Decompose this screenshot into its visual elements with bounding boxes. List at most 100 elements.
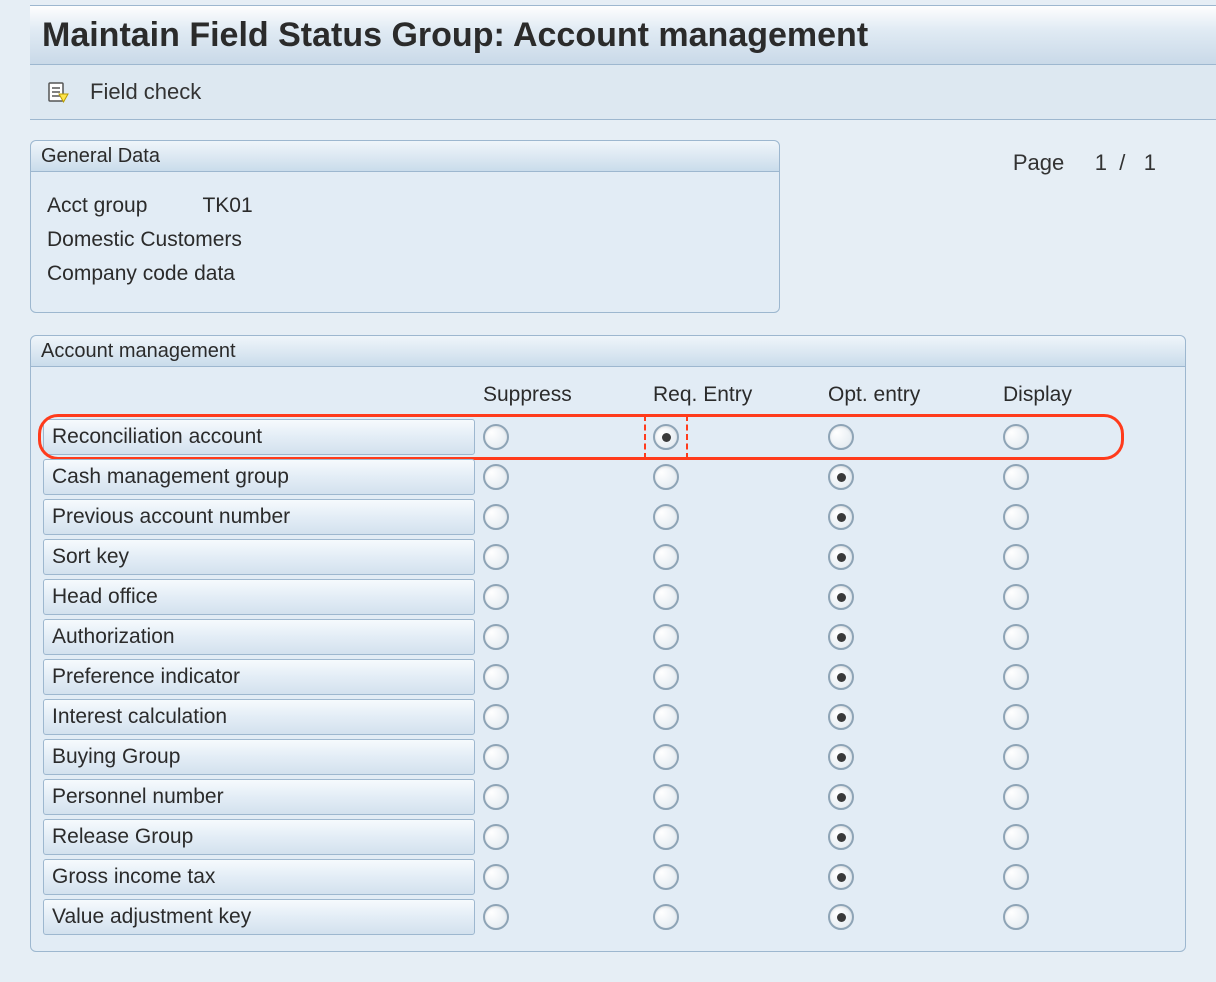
radio-suppress[interactable] [483, 424, 509, 450]
field-label: Gross income tax [43, 859, 475, 895]
general-data-panel: General Data Acct group TK01 Domestic Cu… [30, 140, 780, 313]
field-label: Previous account number [43, 499, 475, 535]
radio-cell-display [1003, 624, 1143, 650]
radio-display[interactable] [1003, 464, 1029, 490]
radio-opt_entry[interactable] [828, 824, 854, 850]
radio-req_entry[interactable] [653, 544, 679, 570]
radio-req_entry[interactable] [653, 464, 679, 490]
radio-opt_entry[interactable] [828, 504, 854, 530]
radio-cell-opt_entry [828, 464, 1003, 490]
field-row: Head office [43, 577, 1173, 617]
acct-group-label: Acct group [47, 194, 197, 218]
radio-cell-display [1003, 904, 1143, 930]
radio-display[interactable] [1003, 904, 1029, 930]
radio-suppress[interactable] [483, 824, 509, 850]
radio-display[interactable] [1003, 584, 1029, 610]
columns-header: Suppress Req. Entry Opt. entry Display [43, 377, 1173, 417]
col-suppress: Suppress [483, 383, 653, 407]
radio-req_entry[interactable] [653, 504, 679, 530]
radio-cell-req_entry [653, 784, 828, 810]
account-management-header: Account management [31, 336, 1185, 367]
radio-req_entry[interactable] [653, 784, 679, 810]
radio-req_entry[interactable] [653, 424, 679, 450]
radio-opt_entry[interactable] [828, 704, 854, 730]
title-bar: Maintain Field Status Group: Account man… [30, 5, 1216, 65]
field-row: Preference indicator [43, 657, 1173, 697]
radio-suppress[interactable] [483, 744, 509, 770]
radio-opt_entry[interactable] [828, 424, 854, 450]
radio-suppress[interactable] [483, 904, 509, 930]
radio-opt_entry[interactable] [828, 784, 854, 810]
radio-req_entry[interactable] [653, 624, 679, 650]
radio-cell-suppress [483, 744, 653, 770]
toolbar: Field check [30, 65, 1216, 120]
radio-cell-req_entry [653, 504, 828, 530]
radio-cell-opt_entry [828, 704, 1003, 730]
radio-req_entry[interactable] [653, 704, 679, 730]
radio-display[interactable] [1003, 664, 1029, 690]
radio-display[interactable] [1003, 704, 1029, 730]
radio-suppress[interactable] [483, 544, 509, 570]
radio-suppress[interactable] [483, 704, 509, 730]
radio-opt_entry[interactable] [828, 464, 854, 490]
radio-cell-req_entry [653, 904, 828, 930]
radio-display[interactable] [1003, 424, 1029, 450]
radio-opt_entry[interactable] [828, 584, 854, 610]
radio-suppress[interactable] [483, 584, 509, 610]
radio-opt_entry[interactable] [828, 864, 854, 890]
radio-opt_entry[interactable] [828, 744, 854, 770]
radio-cell-suppress [483, 784, 653, 810]
field-label: Sort key [43, 539, 475, 575]
radio-display[interactable] [1003, 784, 1029, 810]
radio-display[interactable] [1003, 744, 1029, 770]
radio-suppress[interactable] [483, 864, 509, 890]
field-check-label: Field check [90, 79, 201, 105]
radio-cell-display [1003, 424, 1143, 450]
radio-req_entry[interactable] [653, 904, 679, 930]
radio-opt_entry[interactable] [828, 624, 854, 650]
radio-req_entry[interactable] [653, 824, 679, 850]
radio-suppress[interactable] [483, 664, 509, 690]
radio-cell-suppress [483, 904, 653, 930]
radio-opt_entry[interactable] [828, 544, 854, 570]
radio-cell-display [1003, 704, 1143, 730]
acct-group-value: TK01 [202, 194, 252, 217]
radio-cell-opt_entry [828, 864, 1003, 890]
radio-display[interactable] [1003, 544, 1029, 570]
field-label: Personnel number [43, 779, 475, 815]
radio-suppress[interactable] [483, 784, 509, 810]
radio-cell-suppress [483, 824, 653, 850]
radio-req_entry[interactable] [653, 584, 679, 610]
radio-cell-opt_entry [828, 664, 1003, 690]
radio-opt_entry[interactable] [828, 904, 854, 930]
radio-cell-suppress [483, 544, 653, 570]
field-label: Interest calculation [43, 699, 475, 735]
radio-display[interactable] [1003, 504, 1029, 530]
page-sep: / [1119, 150, 1125, 176]
radio-opt_entry[interactable] [828, 664, 854, 690]
col-display: Display [1003, 383, 1143, 407]
radio-cell-suppress [483, 704, 653, 730]
radio-suppress[interactable] [483, 624, 509, 650]
radio-suppress[interactable] [483, 464, 509, 490]
radio-req_entry[interactable] [653, 864, 679, 890]
radio-display[interactable] [1003, 824, 1029, 850]
page-label: Page [1013, 150, 1064, 176]
field-row: Sort key [43, 537, 1173, 577]
radio-cell-opt_entry [828, 424, 1003, 450]
field-row: Cash management group [43, 457, 1173, 497]
field-label: Head office [43, 579, 475, 615]
radio-suppress[interactable] [483, 504, 509, 530]
field-row: Value adjustment key [43, 897, 1173, 937]
radio-cell-req_entry [653, 864, 828, 890]
radio-display[interactable] [1003, 864, 1029, 890]
radio-cell-req_entry [653, 584, 828, 610]
radio-req_entry[interactable] [653, 744, 679, 770]
radio-cell-req_entry [653, 464, 828, 490]
field-check-button[interactable] [44, 78, 72, 106]
radio-display[interactable] [1003, 624, 1029, 650]
radio-req_entry[interactable] [653, 664, 679, 690]
page-current: 1 [1095, 150, 1107, 176]
acct-group-row: Acct group TK01 [47, 194, 763, 218]
field-row: Release Group [43, 817, 1173, 857]
